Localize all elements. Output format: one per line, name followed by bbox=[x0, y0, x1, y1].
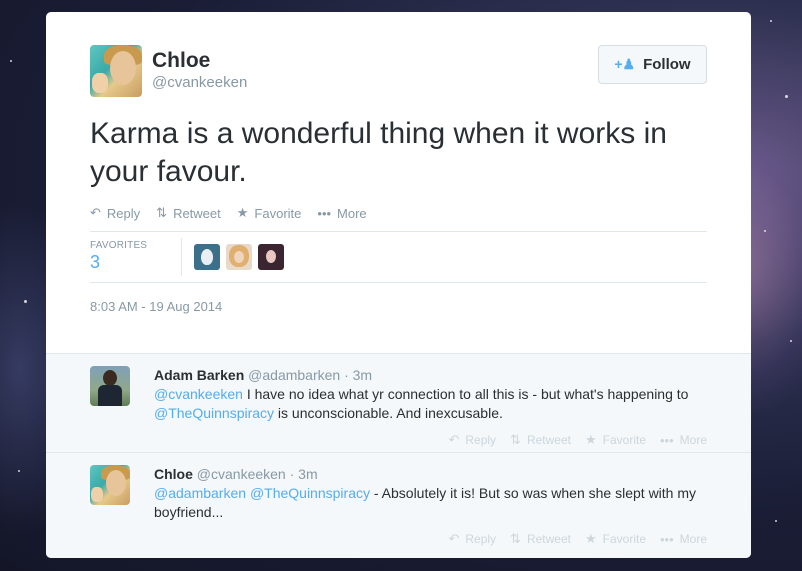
reply-body: Chloe @cvankeeken · 3m @adambarken @TheQ… bbox=[154, 465, 707, 551]
retweet-label: Retweet bbox=[526, 433, 571, 447]
tweet-stats: FAVORITES 3 bbox=[90, 231, 707, 283]
dots-icon: ••• bbox=[317, 205, 332, 221]
favorite-button[interactable]: ★ Favorite bbox=[585, 428, 646, 452]
more-button[interactable]: ••• More bbox=[660, 527, 707, 551]
more-label: More bbox=[679, 532, 707, 546]
reply-item: Chloe @cvankeeken · 3m @adambarken @TheQ… bbox=[46, 452, 751, 551]
star-icon: ★ bbox=[236, 205, 249, 220]
favorite-label: Favorite bbox=[602, 433, 646, 447]
reply-author-name[interactable]: Chloe bbox=[154, 466, 193, 482]
retweet-label: Retweet bbox=[173, 205, 221, 221]
author-name[interactable]: Chloe bbox=[152, 49, 247, 73]
retweet-icon: ⇅ bbox=[510, 531, 521, 546]
reply-text-segment: I have no idea what yr connection to all… bbox=[242, 386, 689, 402]
favorites-count-block[interactable]: FAVORITES 3 bbox=[90, 238, 182, 276]
more-label: More bbox=[679, 433, 707, 447]
replies-section: Adam Barken @adambarken · 3m @cvankeeken… bbox=[46, 353, 751, 558]
reply-text: @adambarken @TheQuinnspiracy - Absolutel… bbox=[154, 484, 707, 522]
reply-arrow-icon: ↶ bbox=[448, 531, 460, 546]
avatar[interactable] bbox=[90, 45, 142, 97]
reply-label: Reply bbox=[106, 205, 141, 221]
mention-link[interactable]: @TheQuinnspiracy bbox=[154, 405, 274, 421]
reply-item: Adam Barken @adambarken · 3m @cvankeeken… bbox=[46, 354, 751, 452]
reply-text: @cvankeeken I have no idea what yr conne… bbox=[154, 385, 707, 423]
reply-time[interactable]: · 3m bbox=[290, 466, 318, 482]
tweet-card: Chloe @cvankeeken +♟ Follow Karma is a w… bbox=[46, 12, 751, 558]
favorite-label: Favorite bbox=[602, 532, 646, 546]
more-button[interactable]: ••• More bbox=[317, 205, 366, 221]
more-label: More bbox=[337, 205, 367, 221]
star-icon: ★ bbox=[584, 531, 597, 546]
main-tweet: Chloe @cvankeeken +♟ Follow Karma is a w… bbox=[46, 12, 751, 353]
reply-author-handle[interactable]: @adambarken bbox=[248, 367, 340, 383]
favorites-count: 3 bbox=[90, 252, 101, 272]
favoriter-avatars bbox=[194, 244, 290, 270]
retweet-icon: ⇅ bbox=[156, 205, 168, 220]
favorites-label: FAVORITES bbox=[90, 240, 148, 251]
dots-icon: ••• bbox=[660, 432, 674, 448]
avatar[interactable] bbox=[194, 244, 220, 270]
avatar[interactable] bbox=[90, 366, 130, 406]
tweet-timestamp[interactable]: 8:03 AM - 19 Aug 2014 bbox=[90, 299, 707, 314]
reply-author-name[interactable]: Adam Barken bbox=[154, 367, 244, 383]
reply-header: Chloe @cvankeeken · 3m bbox=[154, 465, 707, 483]
reply-actions: ↶ Reply ⇅ Retweet ★ Favorite ••• More bbox=[154, 428, 707, 452]
retweet-button[interactable]: ⇅ Retweet bbox=[510, 428, 571, 452]
dots-icon: ••• bbox=[660, 531, 674, 547]
favorite-button[interactable]: ★ Favorite bbox=[585, 527, 646, 551]
reply-arrow-icon: ↶ bbox=[448, 432, 460, 447]
reply-button[interactable]: ↶ Reply bbox=[448, 527, 496, 551]
reply-button[interactable]: ↶ Reply bbox=[90, 205, 140, 221]
avatar[interactable] bbox=[90, 465, 130, 505]
reply-author-handle[interactable]: @cvankeeken bbox=[197, 466, 286, 482]
more-button[interactable]: ••• More bbox=[660, 428, 707, 452]
mention-link[interactable]: @cvankeeken bbox=[154, 386, 243, 402]
reply-time[interactable]: · 3m bbox=[344, 367, 372, 383]
reply-header: Adam Barken @adambarken · 3m bbox=[154, 366, 707, 384]
mention-link[interactable]: @TheQuinnspiracy bbox=[250, 485, 370, 501]
reply-body: Adam Barken @adambarken · 3m @cvankeeken… bbox=[154, 366, 707, 452]
follow-button[interactable]: +♟ Follow bbox=[598, 45, 707, 84]
retweet-button[interactable]: ⇅ Retweet bbox=[156, 205, 221, 221]
reply-arrow-icon: ↶ bbox=[90, 205, 101, 220]
mention-link[interactable]: @adambarken bbox=[154, 485, 246, 501]
retweet-button[interactable]: ⇅ Retweet bbox=[510, 527, 571, 551]
add-user-icon: +♟ bbox=[614, 56, 636, 72]
reply-button[interactable]: ↶ Reply bbox=[448, 428, 496, 452]
avatar[interactable] bbox=[226, 244, 252, 270]
star-icon: ★ bbox=[584, 432, 597, 447]
reply-text-segment: is unconscionable. And inexcusable. bbox=[274, 405, 503, 421]
favorite-label: Favorite bbox=[254, 205, 302, 221]
reply-label: Reply bbox=[465, 433, 497, 447]
author-info: Chloe @cvankeeken bbox=[152, 49, 247, 93]
tweet-text: Karma is a wonderful thing when it works… bbox=[90, 117, 667, 188]
retweet-label: Retweet bbox=[526, 532, 571, 546]
avatar[interactable] bbox=[258, 244, 284, 270]
retweet-icon: ⇅ bbox=[510, 432, 521, 447]
reply-actions: ↶ Reply ⇅ Retweet ★ Favorite ••• More bbox=[154, 527, 707, 551]
tweet-actions: ↶ Reply ⇅ Retweet ★ Favorite ••• More bbox=[90, 205, 707, 221]
favorite-button[interactable]: ★ Favorite bbox=[237, 205, 302, 221]
author-handle[interactable]: @cvankeeken bbox=[152, 73, 247, 93]
reply-label: Reply bbox=[465, 532, 497, 546]
follow-label: Follow bbox=[643, 56, 691, 73]
